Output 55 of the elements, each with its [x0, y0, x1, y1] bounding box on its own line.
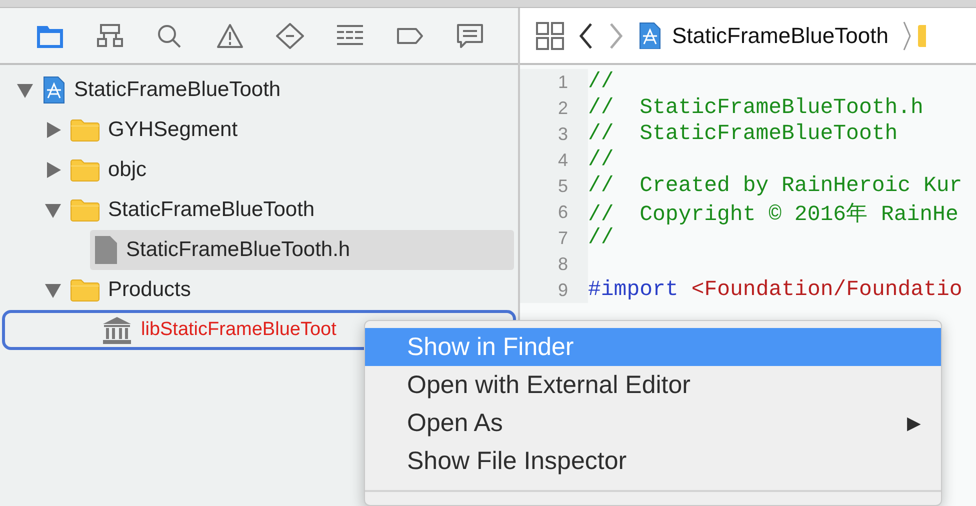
- line-number: 1: [520, 69, 588, 95]
- collapse-triangle-icon[interactable]: [44, 281, 62, 299]
- file-name: StaticFrameBlueTooth: [74, 78, 281, 102]
- file-name: StaticFrameBlueTooth.h: [126, 238, 350, 262]
- line-number: 7: [520, 225, 588, 251]
- project-file-icon: [42, 76, 66, 104]
- file-name: GYHSegment: [108, 118, 238, 142]
- line-number: 8: [520, 251, 588, 277]
- line-number: 4: [520, 147, 588, 173]
- code-comment: // StaticFrameBlueTooth.h: [588, 96, 924, 120]
- folder-icon: [70, 198, 100, 222]
- tree-row[interactable]: StaticFrameBlueTooth: [2, 70, 516, 110]
- hierarchy-icon[interactable]: [96, 22, 124, 48]
- code-comment: // StaticFrameBlueTooth: [588, 122, 898, 146]
- folder-icon: [70, 158, 100, 182]
- project-file-icon: [638, 22, 662, 50]
- expand-triangle-icon[interactable]: [44, 161, 62, 179]
- speech-bubble-icon[interactable]: [456, 22, 484, 48]
- tree-row[interactable]: objc: [2, 150, 516, 190]
- folder-icon: [918, 24, 926, 46]
- diamond-minus-icon[interactable]: [276, 22, 304, 48]
- submenu-arrow-icon: ▶: [907, 412, 921, 434]
- file-name: Products: [108, 278, 191, 302]
- line-number: 5: [520, 173, 588, 199]
- code-keyword: #import: [588, 278, 678, 302]
- code-comment: //: [588, 70, 614, 94]
- code-string: <Foundation/Foundatio: [691, 278, 962, 302]
- collapse-triangle-icon[interactable]: [16, 81, 34, 99]
- grid-icon[interactable]: [536, 22, 564, 50]
- menu-item[interactable]: Open with External Editor: [365, 366, 941, 404]
- line-number: 6: [520, 199, 588, 225]
- expand-triangle-icon[interactable]: [44, 121, 62, 139]
- file-name: StaticFrameBlueTooth: [108, 198, 315, 222]
- code-comment: //: [588, 226, 614, 250]
- tree-row[interactable]: StaticFrameBlueTooth.h: [90, 230, 514, 270]
- tree-row[interactable]: Products: [2, 270, 516, 310]
- menu-item[interactable]: Open As ▶: [365, 404, 941, 442]
- menu-item[interactable]: Show File Inspector: [365, 442, 941, 480]
- warning-icon[interactable]: [216, 22, 244, 48]
- file-name: objc: [108, 158, 147, 182]
- tree-row[interactable]: StaticFrameBlueTooth: [2, 190, 516, 230]
- code-comment: // Copyright © 2016年 RainHe: [588, 202, 958, 226]
- collapse-triangle-icon[interactable]: [44, 201, 62, 219]
- library-icon: [101, 315, 133, 345]
- folder-icon: [70, 118, 100, 142]
- line-number: 2: [520, 95, 588, 121]
- chevron-icon: [902, 20, 912, 50]
- tree-row[interactable]: GYHSegment: [2, 110, 516, 150]
- code-comment: // Created by RainHeroic Kur: [588, 174, 962, 198]
- line-number: 9: [520, 277, 588, 303]
- header-file-icon: [94, 235, 118, 265]
- file-name: libStaticFrameBlueToot: [141, 319, 336, 341]
- line-number: 3: [520, 121, 588, 147]
- folder-icon: [70, 278, 100, 302]
- code-comment: //: [588, 148, 614, 172]
